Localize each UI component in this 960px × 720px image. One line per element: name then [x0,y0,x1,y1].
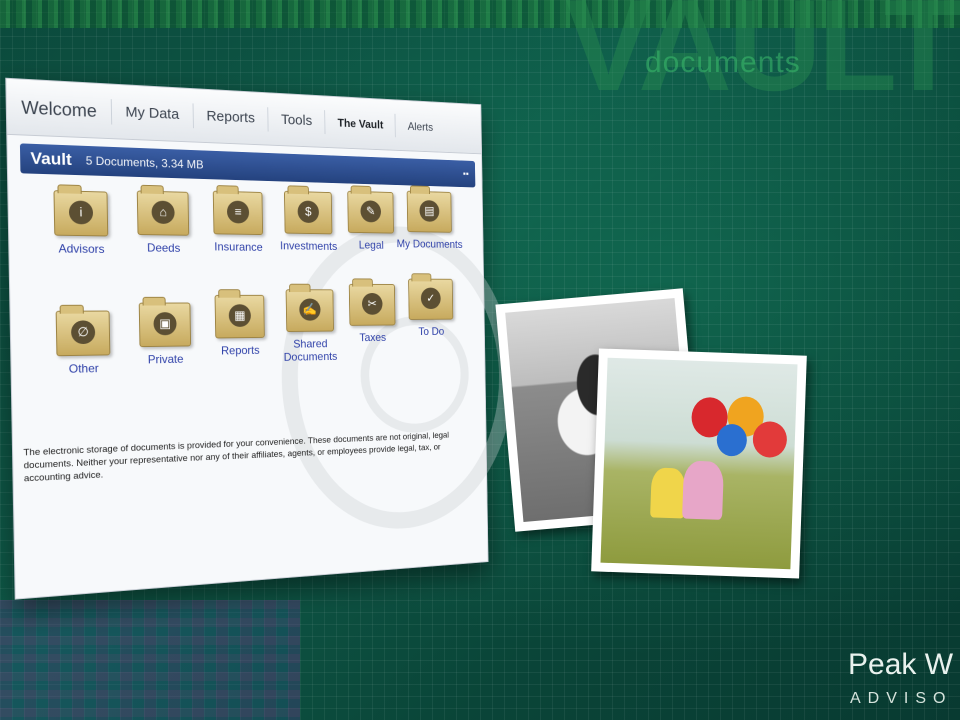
folder-icon: i [53,190,109,237]
folder-label: To Do [418,324,445,338]
tab-welcome[interactable]: Welcome [6,93,112,125]
tab-alerts[interactable]: Alerts [396,113,445,139]
company-logo-name: Peak W [848,648,954,681]
folder-icon: ✂ [348,283,396,326]
window-controls-icon[interactable]: ▪▪ [463,169,469,179]
folder-label: Insurance [214,239,263,254]
folder-deeds[interactable]: ⌂ Deeds [119,190,206,255]
red-balloon [752,420,788,459]
tab-my-data[interactable]: My Data [111,98,194,128]
dollar-icon: $ [297,200,320,224]
tab-bar: Welcome My Data Reports Tools The Vault … [6,78,482,155]
children-balloons-photo [591,348,807,579]
folder-advisors[interactable]: i Advisors [35,190,126,256]
folder-my-documents[interactable]: ▤ My Documents [392,190,467,251]
child-figure [650,467,686,519]
folder-icon: $ [283,190,333,235]
folder-label: Private [147,352,184,367]
company-logo-tagline: ADVISO [850,690,953,707]
check-icon: ✓ [420,287,441,310]
folder-icon: ▣ [138,302,192,348]
blue-balloon [716,423,748,457]
folder-label: Reports [220,343,260,358]
folder-icon: ▤ [406,190,452,233]
folder-other[interactable]: ∅ Other [37,310,128,376]
info-icon: i [68,200,94,225]
folder-icon: ✎ [347,190,394,234]
folder-label: My Documents [396,237,463,251]
folder-label: Advisors [58,241,105,256]
folder-icon: ✓ [408,278,454,320]
folder-icon: ≡ [212,190,264,236]
report-icon: ▦ [228,304,252,327]
tab-the-vault[interactable]: The Vault [325,109,397,137]
brand-subtitle: documents [645,46,801,79]
pen-icon: ✎ [360,200,382,223]
tab-reports[interactable]: Reports [193,102,269,132]
paperclip-icon: ∅ [70,320,96,345]
child-figure [682,460,725,520]
document-icon: ≡ [226,200,250,224]
house-icon: ⌂ [151,200,175,225]
folder-to-do[interactable]: ✓ To Do [393,278,468,338]
tax-icon: ✂ [361,292,383,315]
vault-content: i Advisors ⌂ Deeds ≡ Insurance $ Investm… [8,179,516,599]
folder-icon: ∅ [55,310,111,357]
folder-label: Other [68,361,99,376]
file-icon: ▤ [419,200,440,222]
children-photo-image [600,357,798,570]
folder-icon: ⌂ [136,190,190,236]
folder-icon: ✍ [285,289,334,332]
app-window-perspective: Welcome My Data Reports Tools The Vault … [0,77,540,638]
vault-title: Vault [30,148,72,169]
vault-summary: 5 Documents, 3.34 MB [85,153,204,172]
tab-tools[interactable]: Tools [268,106,326,134]
lock-icon: ▣ [153,312,177,336]
vault-app-window: Welcome My Data Reports Tools The Vault … [5,77,516,600]
folder-icon: ▦ [214,294,265,339]
folder-label: Deeds [146,240,181,255]
folder-private[interactable]: ▣ Private [121,302,208,366]
share-icon: ✍ [299,298,321,321]
